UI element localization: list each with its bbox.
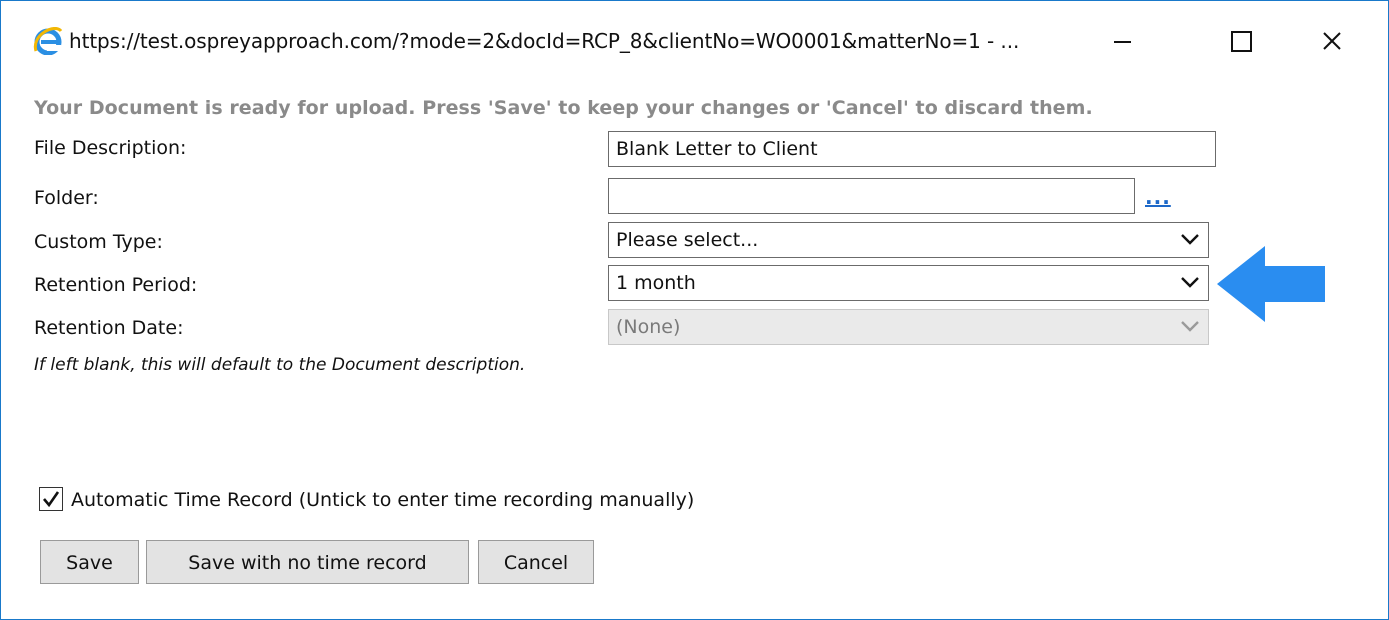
folder-label: Folder: [34,187,99,209]
save-button[interactable]: Save [40,540,139,584]
retention-date-selected: (None) [616,316,681,338]
chevron-down-icon [1181,321,1199,332]
dialog-window: https://test.ospreyapproach.com/?mode=2&… [0,0,1389,620]
close-button[interactable] [1313,23,1353,59]
chevron-down-icon [1181,234,1199,245]
chevron-down-icon [1181,277,1199,288]
automatic-time-record-label: Automatic Time Record (Untick to enter t… [71,489,695,511]
title-bar: https://test.ospreyapproach.com/?mode=2&… [1,1,1388,85]
folder-input[interactable] [608,178,1135,214]
internet-explorer-icon [33,27,63,56]
custom-type-selected: Please select... [616,229,759,251]
retention-date-label: Retention Date: [34,317,184,339]
automatic-time-record-checkbox[interactable] [39,487,63,511]
custom-type-select[interactable]: Please select... [608,222,1209,258]
checkmark-icon [43,491,60,508]
save-no-time-record-button[interactable]: Save with no time record [146,540,469,584]
default-description-hint: If left blank, this will default to the … [34,355,526,375]
minimize-button[interactable] [1102,23,1142,59]
retention-date-select: (None) [608,309,1209,345]
retention-period-select[interactable]: 1 month [608,265,1209,301]
window-title: https://test.ospreyapproach.com/?mode=2&… [69,29,1020,53]
arrow-left-icon [1217,246,1325,322]
cancel-button[interactable]: Cancel [478,540,594,584]
retention-period-label: Retention Period: [34,274,198,296]
folder-browse-link[interactable]: ... [1145,185,1171,209]
custom-type-label: Custom Type: [34,231,163,253]
retention-period-selected: 1 month [616,272,696,294]
close-icon [1323,32,1341,50]
file-description-input[interactable]: Blank Letter to Client [608,131,1216,167]
maximize-button[interactable] [1221,23,1261,59]
upload-notice: Your Document is ready for upload. Press… [34,97,1093,119]
file-description-label: File Description: [34,137,187,159]
